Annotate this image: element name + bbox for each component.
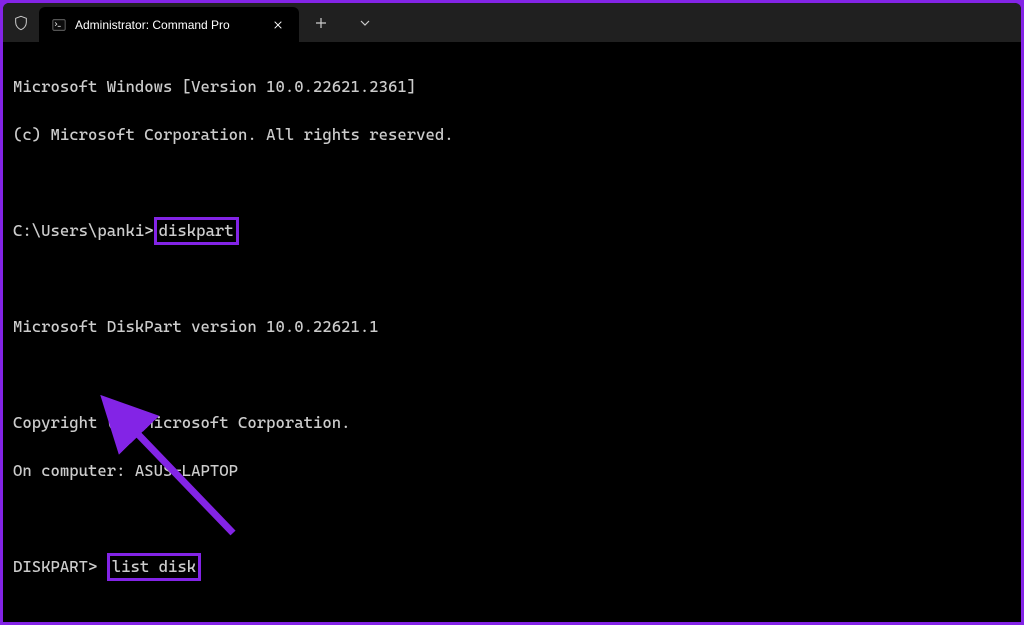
highlighted-command: diskpart — [154, 217, 239, 245]
blank-line — [13, 507, 1011, 531]
terminal-content[interactable]: Microsoft Windows [Version 10.0.22621.23… — [3, 43, 1021, 622]
tab-title: Administrator: Command Pro — [75, 18, 261, 32]
output-line: Microsoft Windows [Version 10.0.22621.23… — [13, 75, 1011, 99]
window-frame: Administrator: Command Pro Microsoft Win… — [3, 3, 1021, 622]
tab-active[interactable]: Administrator: Command Pro — [39, 7, 299, 43]
terminal-icon — [51, 17, 67, 33]
title-bar: Administrator: Command Pro — [3, 3, 1021, 43]
blank-line — [13, 267, 1011, 291]
shield-icon — [3, 3, 39, 42]
new-tab-button[interactable] — [299, 3, 343, 42]
prompt-line: DISKPART> list disk — [13, 555, 1011, 579]
output-line: On computer: ASUS-LAPTOP — [13, 459, 1011, 483]
highlighted-command: list disk — [107, 553, 201, 581]
prompt-line: C:\Users\panki>diskpart — [13, 219, 1011, 243]
tab-dropdown-button[interactable] — [343, 3, 387, 42]
prompt-prefix: DISKPART> — [13, 557, 107, 576]
blank-line — [13, 603, 1011, 622]
prompt-prefix: C:\Users\panki> — [13, 221, 154, 240]
output-line: (c) Microsoft Corporation. All rights re… — [13, 123, 1011, 147]
output-line: Copyright (C) Microsoft Corporation. — [13, 411, 1011, 435]
blank-line — [13, 363, 1011, 387]
blank-line — [13, 171, 1011, 195]
tab-close-button[interactable] — [269, 16, 287, 34]
output-line: Microsoft DiskPart version 10.0.22621.1 — [13, 315, 1011, 339]
